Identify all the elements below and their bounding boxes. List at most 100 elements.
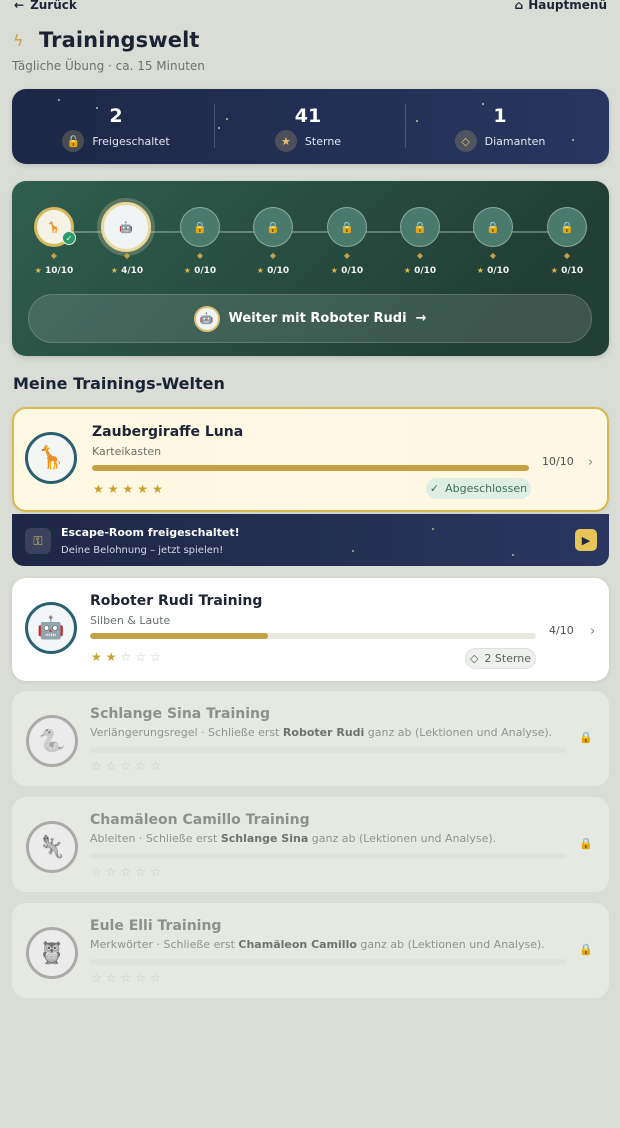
world-title: Roboter Rudi Training (90, 593, 263, 609)
lock-icon: 🔒 (253, 207, 293, 247)
lock-icon: 🔒 (579, 943, 593, 956)
lock-icon: 🔒 (473, 207, 513, 247)
world-subtitle: Karteikasten (92, 445, 162, 458)
chameleon-avatar-icon: 🦎 (26, 821, 78, 873)
page-subtitle: Tägliche Übung · ca. 15 Minuten (12, 59, 205, 73)
path-node-4[interactable]: 🔒 ◆ ★ 0/10 (243, 181, 303, 281)
world-progress-bar (90, 959, 566, 965)
escape-room-title: Escape-Room freigeschaltet! (61, 526, 240, 539)
star-icon: ★ (152, 482, 167, 496)
star-icon: ★ (256, 266, 264, 275)
star-icon: ★ (107, 482, 123, 496)
world-card-luna[interactable]: 🦒 Zaubergiraffe Luna Karteikasten 10/10 … (12, 407, 609, 512)
star-empty-icon: ☆ (135, 759, 151, 773)
lock-icon: 🔒 (327, 207, 367, 247)
back-button[interactable]: ← Zurück (14, 0, 77, 12)
star-empty-icon: ☆ (120, 865, 136, 879)
path-node-7[interactable]: 🔒 ◆ ★ 0/10 (463, 181, 523, 281)
path-node-score: 10/10 (44, 266, 74, 276)
section-title: Meine Trainings-Welten (13, 374, 225, 393)
gem-icon: ◆ (416, 251, 424, 260)
star-rating: ★★★★★ (93, 482, 167, 496)
page-title: Trainingswelt (39, 28, 200, 52)
gem-icon: ◆ (123, 251, 131, 260)
star-empty-icon: ☆ (135, 865, 151, 879)
completed-badge: ✓ Abgeschlossen (426, 478, 531, 499)
robot-avatar-icon: 🤖 (101, 202, 151, 252)
giraffe-avatar-icon: 🦒 (25, 432, 77, 484)
star-rating: ★★☆☆☆ (91, 650, 165, 664)
star-empty-icon: ☆ (150, 971, 165, 985)
stats-panel: 2 🔓 Freigeschaltet 41 ★ Sterne 1 ◇ Diama… (12, 89, 609, 164)
star-icon: ★ (122, 482, 138, 496)
star-icon: ★ (105, 650, 121, 664)
gem-icon: ◆ (343, 251, 351, 260)
world-title: Zaubergiraffe Luna (92, 424, 244, 440)
robot-avatar-icon: 🤖 (193, 305, 220, 332)
stars-badge-label: 2 Sterne (484, 652, 532, 665)
star-rating: ☆☆☆☆☆ (91, 971, 165, 985)
arrow-right-icon: → (415, 311, 427, 326)
gem-icon: ◆ (269, 251, 277, 260)
world-card-elli[interactable]: 🦉 Eule Elli Training Merkwörter · Schlie… (12, 903, 609, 998)
main-menu-button[interactable]: ⌂ Hauptmenü (515, 0, 607, 12)
world-subtitle: Verlängerungsregel · Schließe erst Robot… (90, 726, 553, 739)
star-empty-icon: ☆ (150, 759, 165, 773)
path-node-score: 0/10 (267, 266, 290, 276)
lock-icon: 🔒 (400, 207, 440, 247)
stars-badge: ◇ 2 Sterne (465, 648, 536, 669)
path-node-6[interactable]: 🔒 ◆ ★ 0/10 (390, 181, 450, 281)
path-node-2[interactable]: 🤖 ◆ ★ 4/10 (97, 181, 157, 281)
world-card-camillo[interactable]: 🦎 Chamäleon Camillo Training Ableiten · … (12, 797, 609, 892)
stat-stars-value: 41 (294, 105, 322, 127)
star-icon: ★ (34, 266, 42, 275)
lock-icon: 🔒 (579, 837, 593, 850)
chevron-right-icon: › (588, 455, 594, 470)
path-node-5[interactable]: 🔒 ◆ ★ 0/10 (317, 181, 377, 281)
continue-label: Weiter mit Roboter Rudi (228, 311, 407, 326)
world-path-panel: 🦒 ✓ ◆ ★ 10/10 🤖 ◆ ★ 4/10 🔒 ◆ ★ 0/10 🔒 ◆ … (12, 181, 609, 356)
star-empty-icon: ☆ (91, 759, 106, 773)
gem-icon: ◆ (563, 251, 571, 260)
lock-icon: 🔓 (62, 130, 85, 152)
star-empty-icon: ☆ (91, 865, 106, 879)
world-progress-bar (90, 747, 566, 753)
arrow-left-icon: ← (14, 0, 25, 12)
star-empty-icon: ☆ (105, 971, 121, 985)
world-subtitle: Merkwörter · Schließe erst Chamäleon Cam… (90, 938, 545, 951)
path-node-score: 4/10 (121, 266, 144, 276)
owl-avatar-icon: 🦉 (26, 927, 78, 979)
path-node-1[interactable]: 🦒 ✓ ◆ ★ 10/10 (24, 181, 84, 281)
diamond-icon: ◇ (469, 652, 479, 665)
world-card-rudi[interactable]: 🤖 Roboter Rudi Training Silben & Laute 4… (12, 578, 609, 681)
world-card-sina[interactable]: 🐍 Schlange Sina Training Verlängerungsre… (12, 691, 609, 786)
star-empty-icon: ☆ (150, 865, 165, 879)
world-title: Chamäleon Camillo Training (90, 812, 310, 828)
top-nav: ← Zurück ⌂ Hauptmenü (0, 0, 620, 14)
completed-badge-label: Abgeschlossen (445, 482, 528, 495)
escape-room-banner[interactable]: ⚿ Escape-Room freigeschaltet! Deine Belo… (12, 514, 609, 566)
world-title: Eule Elli Training (90, 918, 222, 934)
chevron-right-icon: › (590, 624, 596, 639)
stat-stars-label: Sterne (304, 134, 342, 148)
path-node-3[interactable]: 🔒 ◆ ★ 0/10 (170, 181, 230, 281)
path-node-score: 0/10 (414, 266, 437, 276)
world-progress-bar (90, 633, 536, 639)
continue-button[interactable]: 🤖 Weiter mit Roboter Rudi → (28, 294, 592, 343)
path-node-score: 0/10 (194, 266, 217, 276)
star-empty-icon: ☆ (135, 650, 151, 664)
path-node-score: 0/10 (341, 266, 364, 276)
stat-diamonds-value: 1 (493, 105, 507, 127)
world-progress-bar (90, 853, 566, 859)
star-icon: ★ (137, 482, 153, 496)
main-menu-label: Hauptmenü (528, 0, 607, 12)
path-node-8[interactable]: 🔒 ◆ ★ 0/10 (537, 181, 597, 281)
star-rating: ☆☆☆☆☆ (91, 865, 165, 879)
lock-icon: 🔒 (579, 731, 593, 744)
play-icon[interactable]: ▶ (575, 529, 597, 551)
lock-icon: 🔒 (547, 207, 587, 247)
path-node-score: 0/10 (561, 266, 584, 276)
gem-icon: ◆ (196, 251, 204, 260)
world-title: Schlange Sina Training (90, 706, 271, 722)
star-icon: ★ (550, 266, 558, 275)
